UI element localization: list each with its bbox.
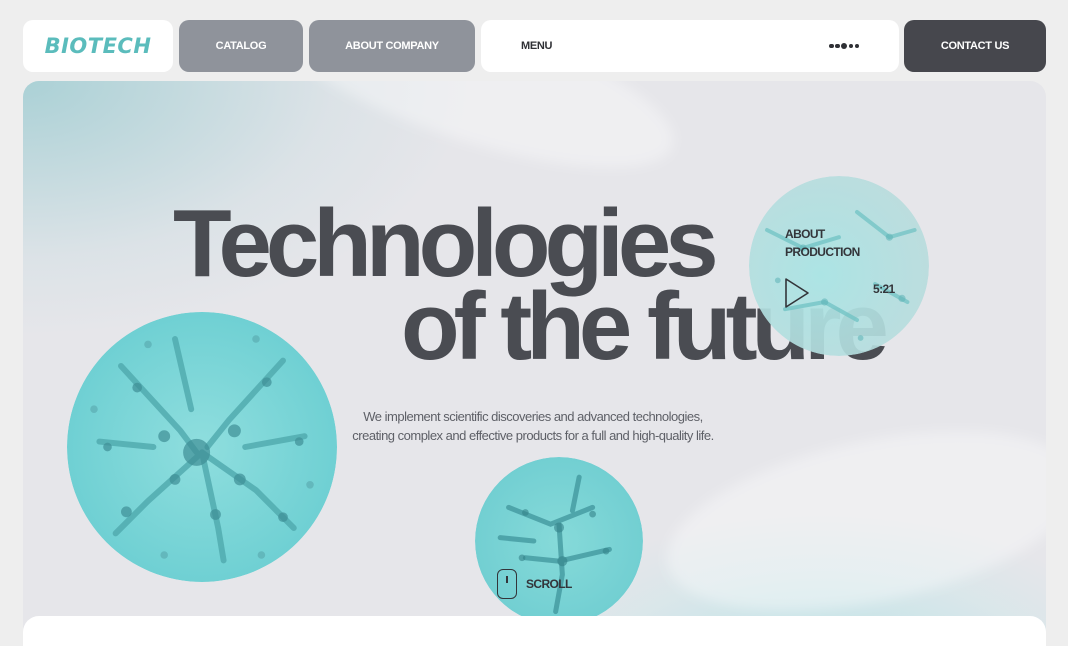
scroll-label: SCROLL (526, 577, 572, 591)
logo[interactable]: BIOTECH (23, 20, 173, 72)
video-label-line-2: PRODUCTION (785, 245, 860, 259)
light-streak (254, 81, 692, 203)
hero-section: Technologies of the future We implement … (23, 81, 1046, 646)
tagline-line-2: creating complex and effective products … (352, 428, 714, 443)
scroll-hint[interactable]: SCROLL (497, 569, 572, 599)
about-production-video[interactable]: ABOUT PRODUCTION 5:21 (749, 176, 929, 356)
logo-text: BIOTECH (44, 34, 152, 58)
about-company-label: ABOUT COMPANY (345, 40, 439, 52)
menu-label: MENU (521, 40, 553, 52)
microscope-image-large (67, 312, 337, 582)
dots-icon (829, 43, 859, 49)
catalog-label: CATALOG (215, 40, 267, 52)
play-icon[interactable] (783, 276, 811, 310)
contact-us-button[interactable]: CONTACT US (904, 20, 1046, 72)
contact-us-label: CONTACT US (940, 40, 1010, 52)
tagline: We implement scientific discoveries and … (323, 407, 743, 445)
mouse-icon (497, 569, 517, 599)
tagline-line-1: We implement scientific discoveries and … (363, 409, 703, 424)
video-label: ABOUT PRODUCTION (785, 225, 895, 261)
catalog-button[interactable]: CATALOG (179, 20, 303, 72)
video-duration: 5:21 (873, 282, 895, 296)
menu-button[interactable]: MENU (481, 20, 899, 72)
about-company-button[interactable]: ABOUT COMPANY (309, 20, 475, 72)
microscope-image-small (475, 457, 643, 625)
next-section-panel (23, 616, 1046, 646)
video-label-line-1: ABOUT (785, 227, 825, 241)
